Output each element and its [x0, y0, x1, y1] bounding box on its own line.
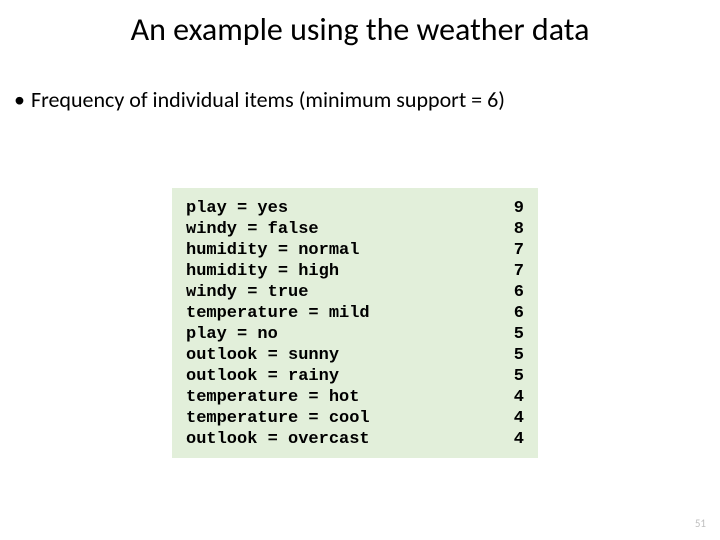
- page-number: 51: [695, 517, 706, 530]
- table-row: windy = true 6: [186, 282, 524, 303]
- table-row: outlook = sunny 5: [186, 345, 524, 366]
- bullet-icon: •: [14, 86, 25, 113]
- item-count: 5: [514, 366, 524, 387]
- table-row: play = yes 9: [186, 198, 524, 219]
- slide: An example using the weather data •Frequ…: [0, 0, 720, 540]
- item-label: windy = true: [186, 282, 308, 303]
- bullet-text: Frequency of individual items (minimum s…: [31, 86, 505, 113]
- item-label: play = no: [186, 324, 278, 345]
- item-label: windy = false: [186, 219, 319, 240]
- item-label: outlook = rainy: [186, 366, 339, 387]
- item-count: 7: [514, 261, 524, 282]
- slide-title: An example using the weather data: [0, 10, 720, 49]
- table-row: play = no 5: [186, 324, 524, 345]
- item-label: outlook = overcast: [186, 429, 370, 450]
- item-label: humidity = high: [186, 261, 339, 282]
- item-count: 8: [514, 219, 524, 240]
- item-label: outlook = sunny: [186, 345, 339, 366]
- item-label: temperature = hot: [186, 387, 359, 408]
- item-count: 4: [514, 408, 524, 429]
- item-count: 4: [514, 387, 524, 408]
- item-count: 7: [514, 240, 524, 261]
- table-row: windy = false 8: [186, 219, 524, 240]
- item-label: humidity = normal: [186, 240, 359, 261]
- bullet-line: •Frequency of individual items (minimum …: [14, 86, 505, 113]
- item-count: 6: [514, 282, 524, 303]
- item-count: 5: [514, 324, 524, 345]
- table-row: temperature = cool 4: [186, 408, 524, 429]
- item-count: 9: [514, 198, 524, 219]
- item-count: 5: [514, 345, 524, 366]
- table-row: humidity = high 7: [186, 261, 524, 282]
- item-label: temperature = mild: [186, 303, 370, 324]
- frequency-table: play = yes 9 windy = false 8 humidity = no…: [172, 188, 538, 458]
- table-row: humidity = normal 7: [186, 240, 524, 261]
- table-row: outlook = overcast 4: [186, 429, 524, 450]
- item-label: play = yes: [186, 198, 288, 219]
- item-label: temperature = cool: [186, 408, 370, 429]
- table-row: temperature = mild 6: [186, 303, 524, 324]
- table-row: temperature = hot 4: [186, 387, 524, 408]
- table-row: outlook = rainy 5: [186, 366, 524, 387]
- item-count: 4: [514, 429, 524, 450]
- item-count: 6: [514, 303, 524, 324]
